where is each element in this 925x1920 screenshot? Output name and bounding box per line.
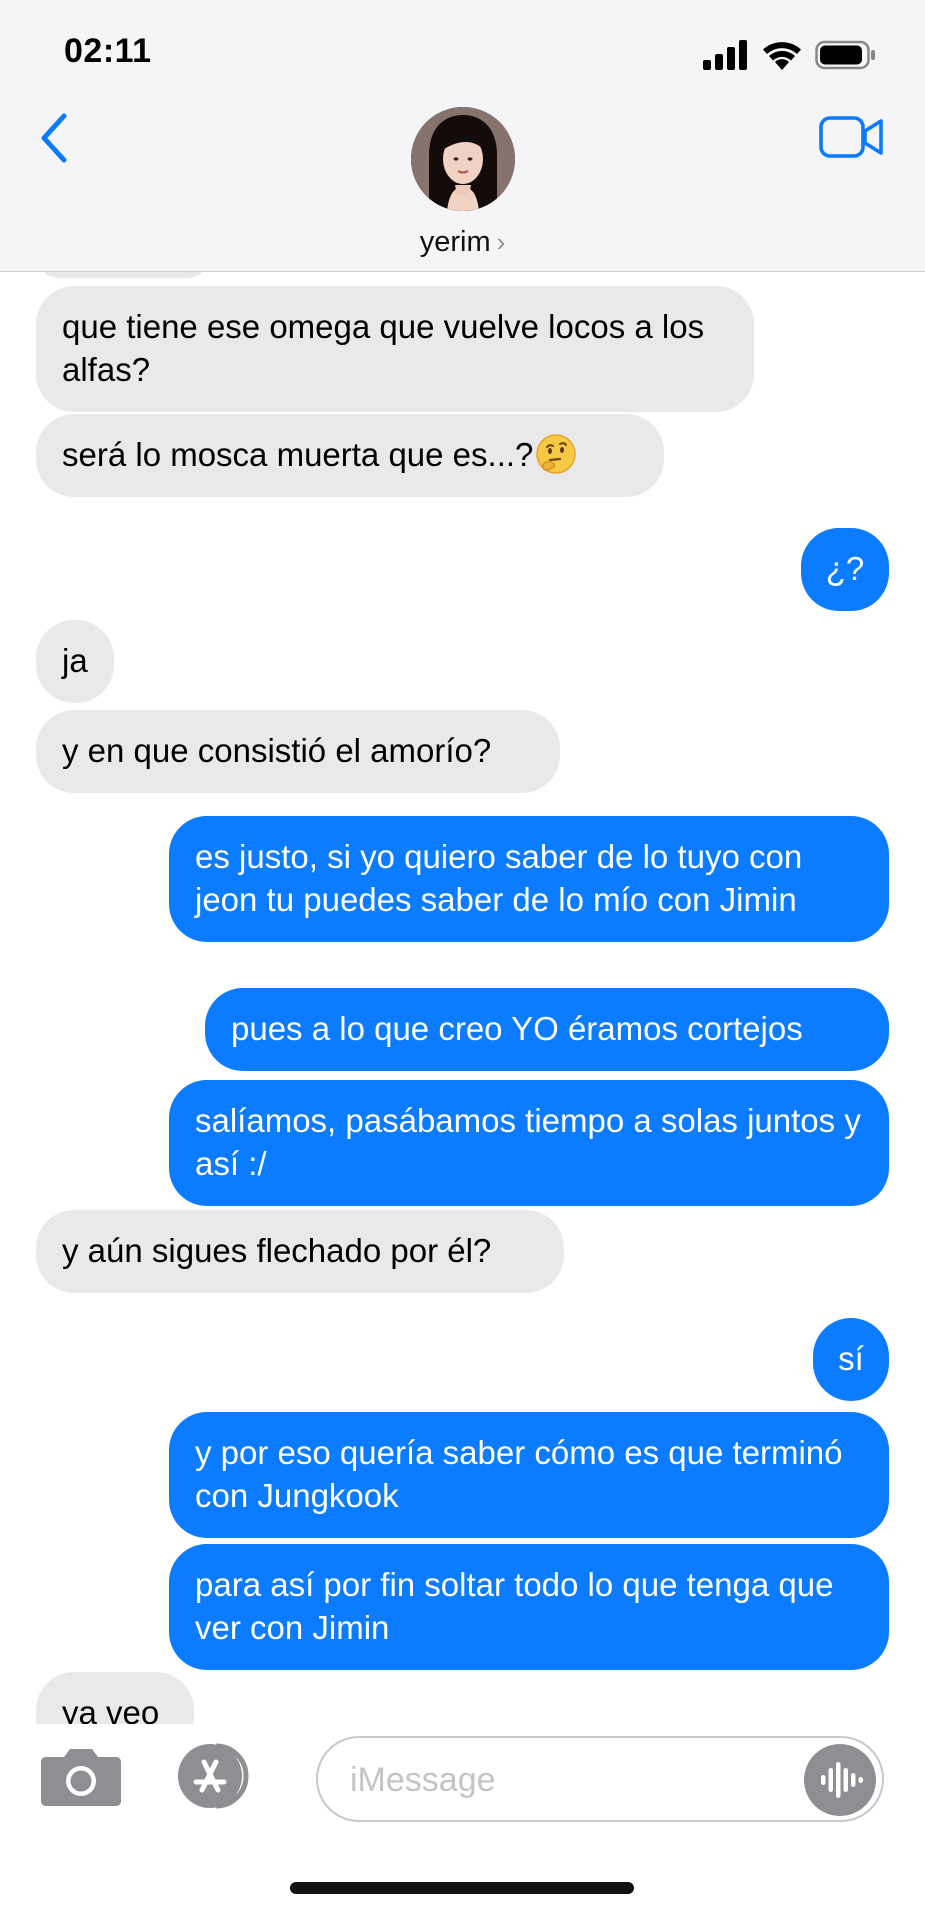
message-bubble-sent[interactable]: y por eso quería saber cómo es que termi… — [169, 1412, 889, 1538]
imessage-screen: 02:11 yerim › que tiene ese omega que vu… — [0, 0, 925, 1920]
video-camera-icon — [819, 116, 883, 158]
message-text: y aún sigues flechado por él? — [10, 1210, 564, 1295]
camera-icon — [41, 1749, 121, 1806]
contact-name[interactable]: yerim › — [0, 226, 925, 259]
message-text: es justo, si yo quiero saber de lo tuyo … — [169, 816, 889, 942]
battery-icon — [815, 40, 875, 70]
message-thread[interactable]: que tiene ese omega que vuelve locos a l… — [0, 272, 925, 1724]
status-time: 02:11 — [64, 32, 152, 70]
message-text-with-emoji: será lo mosca muerta que es...? — [10, 414, 664, 499]
message-bubble-received[interactable]: y en que consistió el amorío? — [10, 710, 560, 795]
conversation-header: 02:11 yerim › — [0, 0, 925, 272]
message-text: ja — [36, 620, 114, 703]
bubble-body — [36, 272, 210, 278]
message-bubble-sent[interactable]: ¿? — [801, 528, 915, 613]
video-call-button[interactable] — [819, 114, 885, 160]
thinking-face-emoji-icon — [536, 434, 577, 474]
message-bubble-received[interactable]: ja — [36, 620, 114, 703]
message-bubble-received — [36, 272, 210, 278]
message-bubble-sent[interactable]: es justo, si yo quiero saber de lo tuyo … — [169, 816, 889, 942]
compose-bar — [0, 1724, 925, 1920]
chevron-left-icon — [41, 113, 67, 163]
imessage-text-field[interactable] — [316, 1736, 884, 1822]
message-bubble-sent[interactable]: pues a lo que creo YO éramos cortejos — [205, 988, 889, 1071]
waveform-icon — [821, 1762, 863, 1798]
message-text: ¿? — [801, 528, 915, 613]
message-bubble-received[interactable]: que tiene ese omega que vuelve locos a l… — [36, 286, 754, 412]
message-bubble-sent[interactable]: salíamos, pasábamos tiempo a solas junto… — [169, 1080, 915, 1208]
message-bubble-sent[interactable]: sí — [813, 1318, 889, 1401]
message-text: pues a lo que creo YO éramos cortejos — [205, 988, 889, 1071]
back-button[interactable] — [36, 108, 76, 168]
message-text: y en que consistió el amorío? — [10, 710, 560, 795]
cellular-signal-icon — [703, 40, 747, 70]
camera-button[interactable] — [40, 1745, 122, 1807]
avatar-photo-icon — [411, 107, 515, 211]
message-bubble-received[interactable]: ya veo — [36, 1672, 194, 1724]
message-bubble-received[interactable]: y aún sigues flechado por él? — [10, 1210, 564, 1295]
wifi-icon — [763, 42, 801, 70]
audio-message-button[interactable] — [804, 1744, 876, 1816]
message-text: salíamos, pasábamos tiempo a solas junto… — [169, 1080, 915, 1208]
message-text: será lo mosca muerta que es...? — [62, 436, 534, 473]
chevron-right-icon: › — [496, 227, 506, 257]
message-text: que tiene ese omega que vuelve locos a l… — [36, 286, 754, 412]
message-bubble-received[interactable]: será lo mosca muerta que es...? — [10, 414, 664, 499]
contact-name-label: yerim — [419, 226, 491, 258]
message-text: sí — [813, 1318, 889, 1401]
app-store-button[interactable] — [172, 1742, 268, 1810]
app-store-icon — [178, 1743, 249, 1809]
message-text: para así por fin soltar todo lo que teng… — [169, 1544, 915, 1672]
home-indicator — [290, 1882, 634, 1894]
message-text: ya veo — [36, 1672, 194, 1724]
message-bubble-sent[interactable]: para así por fin soltar todo lo que teng… — [169, 1544, 915, 1672]
contact-avatar[interactable] — [411, 107, 515, 211]
message-text: y por eso quería saber cómo es que termi… — [169, 1412, 889, 1538]
status-icons — [703, 38, 877, 72]
message-input[interactable] — [350, 1754, 770, 1806]
